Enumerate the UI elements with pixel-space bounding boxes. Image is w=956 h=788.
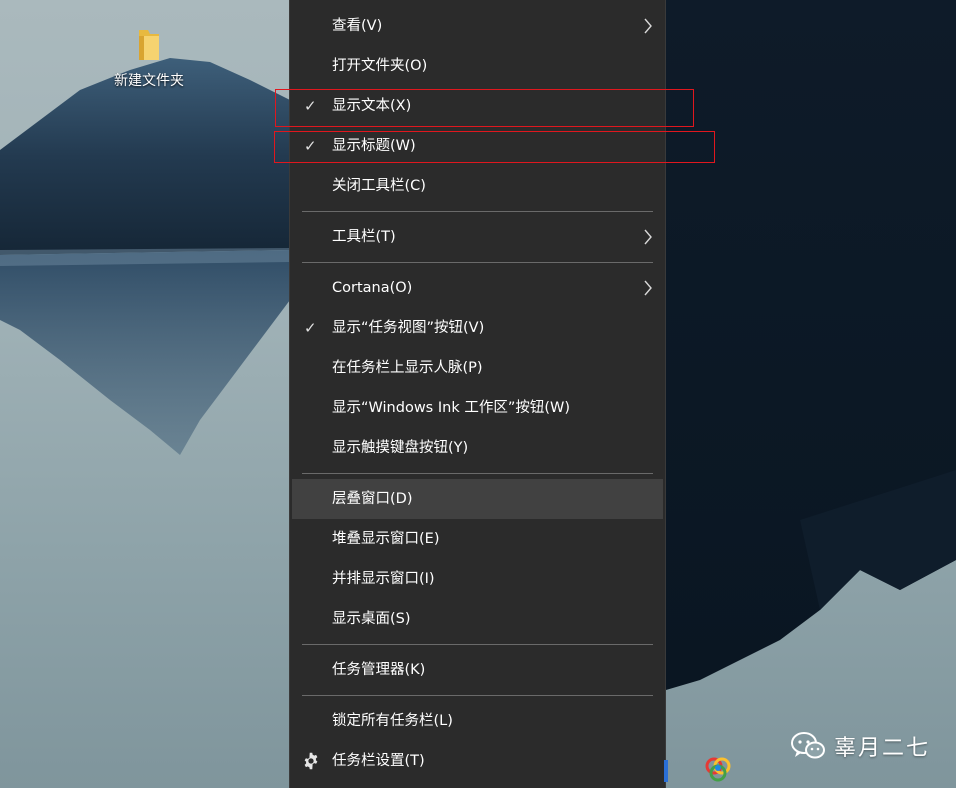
app-logo-icon[interactable] — [702, 752, 734, 784]
menu-item-cortana[interactable]: Cortana(O) — [290, 268, 665, 308]
menu-item-show-people[interactable]: 在任务栏上显示人脉(P) — [290, 348, 665, 388]
desktop-folder[interactable]: 新建文件夹 — [106, 28, 192, 90]
watermark: 辜月二七 — [790, 730, 930, 762]
folder-icon — [139, 30, 159, 60]
menu-item-lock-taskbars[interactable]: 锁定所有任务栏(L) — [290, 701, 665, 741]
menu-item-label: 堆叠显示窗口(E) — [332, 531, 440, 547]
menu-separator — [302, 262, 653, 263]
wechat-icon — [791, 732, 825, 759]
desktop: 新建文件夹 查看(V) 打开文件夹(O) ✓ 显示文本(X) ✓ 显示标题(W)… — [0, 0, 956, 788]
menu-item-label: 显示触摸键盘按钮(Y) — [332, 440, 469, 456]
gear-icon — [304, 752, 318, 770]
menu-item-windows-ink-button[interactable]: 显示“Windows Ink 工作区”按钮(W) — [290, 388, 665, 428]
menu-item-stack-windows[interactable]: 堆叠显示窗口(E) — [290, 519, 665, 559]
menu-separator — [302, 473, 653, 474]
highlight-box-show-text — [275, 89, 694, 127]
chevron-right-icon — [644, 229, 652, 245]
menu-item-label: 关闭工具栏(C) — [332, 178, 426, 194]
menu-item-taskbar-settings[interactable]: 任务栏设置(T) — [290, 741, 665, 781]
menu-item-label: 工具栏(T) — [332, 229, 396, 245]
chevron-right-icon — [644, 280, 652, 296]
menu-item-task-view-button[interactable]: ✓ 显示“任务视图”按钮(V) — [290, 308, 665, 348]
menu-item-close-toolbar[interactable]: 关闭工具栏(C) — [290, 166, 665, 206]
menu-item-view[interactable]: 查看(V) — [290, 6, 665, 46]
menu-item-label: 并排显示窗口(I) — [332, 571, 435, 587]
checkmark-icon: ✓ — [304, 319, 317, 337]
menu-item-label: Cortana(O) — [332, 280, 413, 296]
chevron-right-icon — [644, 18, 652, 34]
menu-item-label: 打开文件夹(O) — [332, 58, 428, 74]
menu-item-label: 锁定所有任务栏(L) — [332, 713, 453, 729]
menu-item-task-manager[interactable]: 任务管理器(K) — [290, 650, 665, 690]
taskbar-sliver — [664, 760, 668, 782]
menu-item-side-by-side[interactable]: 并排显示窗口(I) — [290, 559, 665, 599]
menu-item-label: 显示“Windows Ink 工作区”按钮(W) — [332, 400, 570, 416]
folder-label: 新建文件夹 — [114, 73, 184, 89]
menu-item-show-desktop[interactable]: 显示桌面(S) — [290, 599, 665, 639]
highlight-box-show-title — [274, 131, 715, 163]
menu-item-label: 显示桌面(S) — [332, 611, 411, 627]
menu-item-label: 任务栏设置(T) — [332, 753, 425, 769]
menu-item-label: 查看(V) — [332, 18, 383, 34]
watermark-text: 辜月二七 — [834, 736, 931, 761]
menu-item-label: 显示“任务视图”按钮(V) — [332, 320, 485, 336]
menu-separator — [302, 644, 653, 645]
menu-item-cascade-windows[interactable]: 层叠窗口(D) — [292, 479, 663, 519]
menu-item-touch-keyboard-button[interactable]: 显示触摸键盘按钮(Y) — [290, 428, 665, 468]
menu-separator — [302, 211, 653, 212]
menu-item-label: 任务管理器(K) — [332, 662, 426, 678]
menu-item-label: 层叠窗口(D) — [332, 491, 413, 507]
menu-item-open-folder[interactable]: 打开文件夹(O) — [290, 46, 665, 86]
menu-separator — [302, 695, 653, 696]
menu-item-toolbars[interactable]: 工具栏(T) — [290, 217, 665, 257]
menu-item-label: 在任务栏上显示人脉(P) — [332, 360, 483, 376]
